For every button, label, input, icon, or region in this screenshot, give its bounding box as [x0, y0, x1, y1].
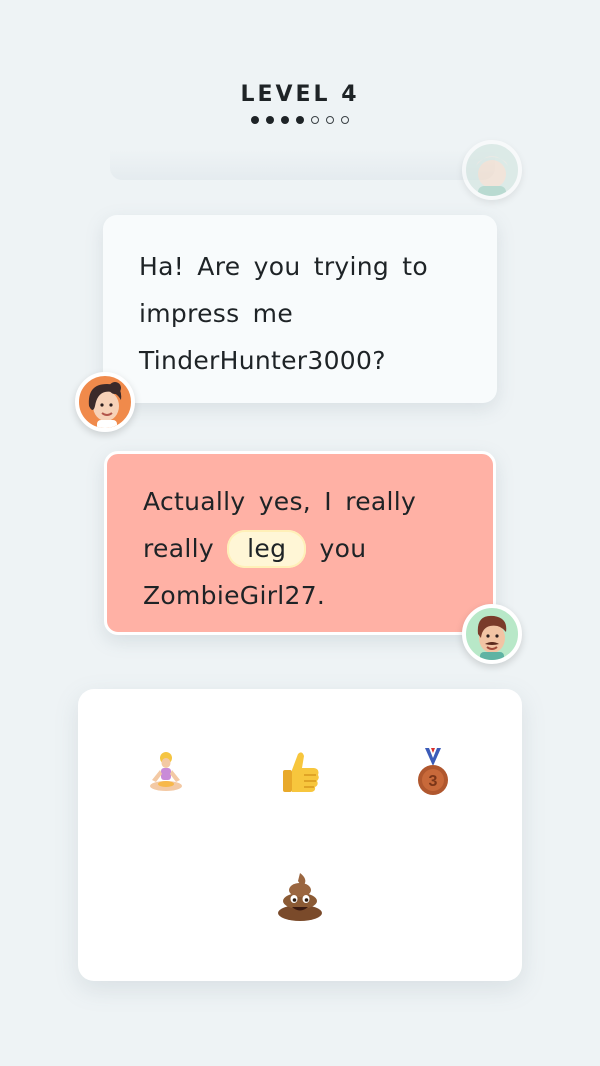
progress-dot	[326, 116, 334, 124]
progress-dot	[311, 116, 319, 124]
player-avatar	[462, 604, 522, 664]
npc-message-bubble: Ha! Are you trying to impress me TinderH…	[103, 215, 497, 403]
pile-of-poo-icon	[278, 873, 322, 921]
emoji-option-poo[interactable]	[270, 867, 330, 927]
level-progress-dots	[0, 116, 600, 124]
progress-dot	[251, 116, 259, 124]
lotus-position-person-icon	[150, 752, 182, 791]
npc-avatar	[75, 372, 135, 432]
emoji-option-lotus[interactable]	[136, 744, 196, 804]
progress-dot	[341, 116, 349, 124]
previous-message-fade	[110, 150, 495, 180]
player-message-bubble: Actually yes, I really really leg you Zo…	[104, 451, 496, 635]
progress-dot	[266, 116, 274, 124]
previous-avatar	[462, 140, 522, 200]
medal-number: 3	[429, 773, 438, 790]
progress-dot	[281, 116, 289, 124]
emoji-option-thumbs-up[interactable]	[270, 744, 330, 804]
emoji-choice-panel: 3	[78, 689, 522, 981]
third-place-medal-icon: 3	[418, 748, 448, 795]
npc-message-text: Ha! Are you trying to impress me TinderH…	[139, 252, 429, 375]
progress-dot	[296, 116, 304, 124]
selected-word-chip[interactable]: leg	[227, 530, 307, 568]
level-title: LEVEL 4	[240, 82, 360, 107]
emoji-option-medal[interactable]: 3	[403, 744, 463, 804]
thumbs-up-icon	[283, 752, 319, 792]
